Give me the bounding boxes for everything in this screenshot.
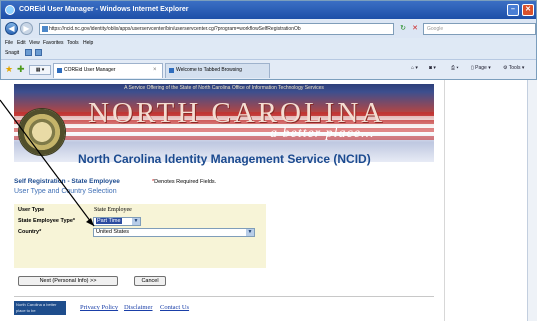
- quick-tabs-button[interactable]: ▦ ▾: [29, 65, 51, 75]
- navigation-bar: ◀ ▶ https://ncid.nc.gov/identity/oblix/a…: [1, 20, 536, 38]
- banner-strip-text: A Service Offering of the State of North…: [124, 85, 324, 91]
- state-seal-icon: [18, 108, 66, 156]
- snagit-button[interactable]: Snagit: [5, 50, 19, 56]
- minimize-button[interactable]: –: [507, 4, 519, 16]
- title-bar: COREid User Manager - Windows Internet E…: [1, 1, 536, 19]
- favorites-star-icon[interactable]: ★: [5, 64, 13, 75]
- back-button[interactable]: ◀: [5, 22, 18, 35]
- disclaimer-link[interactable]: Disclaimer: [124, 304, 153, 311]
- user-type-value: State Employee: [94, 207, 132, 213]
- links-bar: Snagit: [1, 48, 536, 58]
- country-label: Country*: [18, 229, 42, 235]
- tab-close-icon[interactable]: ×: [153, 64, 157, 77]
- required-note-text: Denotes Required Fields.: [154, 179, 217, 185]
- menu-bar: File Edit View Favorites Tools Help: [1, 38, 536, 48]
- add-favorite-icon[interactable]: ✚: [17, 64, 25, 75]
- refresh-icon[interactable]: ↻: [398, 24, 408, 34]
- banner-tagline: a better place...: [270, 126, 375, 141]
- menu-file[interactable]: File: [5, 40, 13, 46]
- tools-menu[interactable]: ⚙ Tools ▾: [503, 65, 524, 71]
- stop-icon[interactable]: ✕: [410, 24, 420, 34]
- chevron-down-icon[interactable]: ▼: [132, 218, 140, 225]
- page-icon: [42, 26, 48, 32]
- footer-logo: North Carolina a better place to be: [14, 301, 66, 315]
- footer-divider: [14, 296, 434, 297]
- tab-favicon-icon: [57, 68, 62, 73]
- home-icon[interactable]: ⌂ ▾: [411, 65, 418, 71]
- registration-title: Self Registration - State Employee: [14, 178, 120, 185]
- tab-label: COREid User Manager: [64, 67, 116, 73]
- page-menu-label: Page: [475, 65, 487, 71]
- search-input[interactable]: Google: [423, 23, 536, 35]
- cancel-button[interactable]: Cancel: [134, 276, 166, 286]
- snagit-editor-icon[interactable]: [35, 49, 42, 56]
- browser-chrome: COREid User Manager - Windows Internet E…: [0, 0, 537, 80]
- forward-button[interactable]: ▶: [20, 22, 33, 35]
- privacy-policy-link[interactable]: Privacy Policy: [80, 304, 118, 311]
- required-fields-note: *Denotes Required Fields.: [152, 179, 216, 185]
- snagit-capture-icon[interactable]: [25, 49, 32, 56]
- tools-menu-label: Tools: [508, 65, 521, 71]
- print-icon[interactable]: ⎙ ▾: [451, 65, 459, 71]
- next-button[interactable]: Next (Personal Info) >>: [18, 276, 118, 286]
- page-content: A Service Offering of the State of North…: [0, 80, 537, 321]
- address-bar[interactable]: https://ncid.nc.gov/identity/oblix/apps/…: [39, 23, 394, 35]
- search-placeholder: Google: [427, 26, 444, 32]
- menu-edit[interactable]: Edit: [17, 40, 26, 46]
- menu-view[interactable]: View: [29, 40, 40, 46]
- section-subtitle: User Type and Country Selection: [14, 188, 117, 195]
- country-select[interactable]: United States ▼: [93, 228, 255, 237]
- menu-tools[interactable]: Tools: [67, 40, 79, 46]
- nc-banner: A Service Offering of the State of North…: [14, 84, 434, 162]
- user-type-label: User Type: [18, 207, 45, 213]
- window-title: COREid User Manager - Windows Internet E…: [19, 6, 189, 13]
- page-menu[interactable]: ▯ Page ▾: [471, 65, 491, 71]
- employee-type-selected: Part Time: [96, 218, 122, 224]
- ie-icon: [5, 5, 15, 15]
- scrollbar[interactable]: [527, 80, 537, 321]
- employee-type-select[interactable]: Part Time ▼: [93, 217, 141, 226]
- menu-help[interactable]: Help: [83, 40, 93, 46]
- tab-label: Welcome to Tabbed Browsing: [176, 67, 242, 73]
- country-selected: United States: [96, 229, 130, 235]
- content-divider: [444, 80, 445, 321]
- employee-type-label: State Employee Type*: [18, 218, 76, 224]
- tab-coreid-user-manager[interactable]: COREid User Manager ×: [53, 63, 163, 78]
- address-url: https://ncid.nc.gov/identity/oblix/apps/…: [49, 26, 301, 32]
- tab-welcome[interactable]: Welcome to Tabbed Browsing: [165, 63, 270, 78]
- registration-form: User Type State Employee State Employee …: [14, 204, 266, 268]
- contact-us-link[interactable]: Contact Us: [160, 304, 189, 311]
- close-button[interactable]: ✕: [522, 4, 534, 16]
- tab-bar: ★ ✚ ▦ ▾ COREid User Manager × Welcome to…: [1, 59, 536, 79]
- chevron-down-icon[interactable]: ▼: [246, 229, 254, 236]
- tab-favicon-icon: [169, 68, 174, 73]
- menu-favorites[interactable]: Favorites: [43, 40, 64, 46]
- page-title: North Carolina Identity Management Servi…: [78, 152, 371, 166]
- feeds-icon[interactable]: ◙ ▾: [429, 65, 436, 71]
